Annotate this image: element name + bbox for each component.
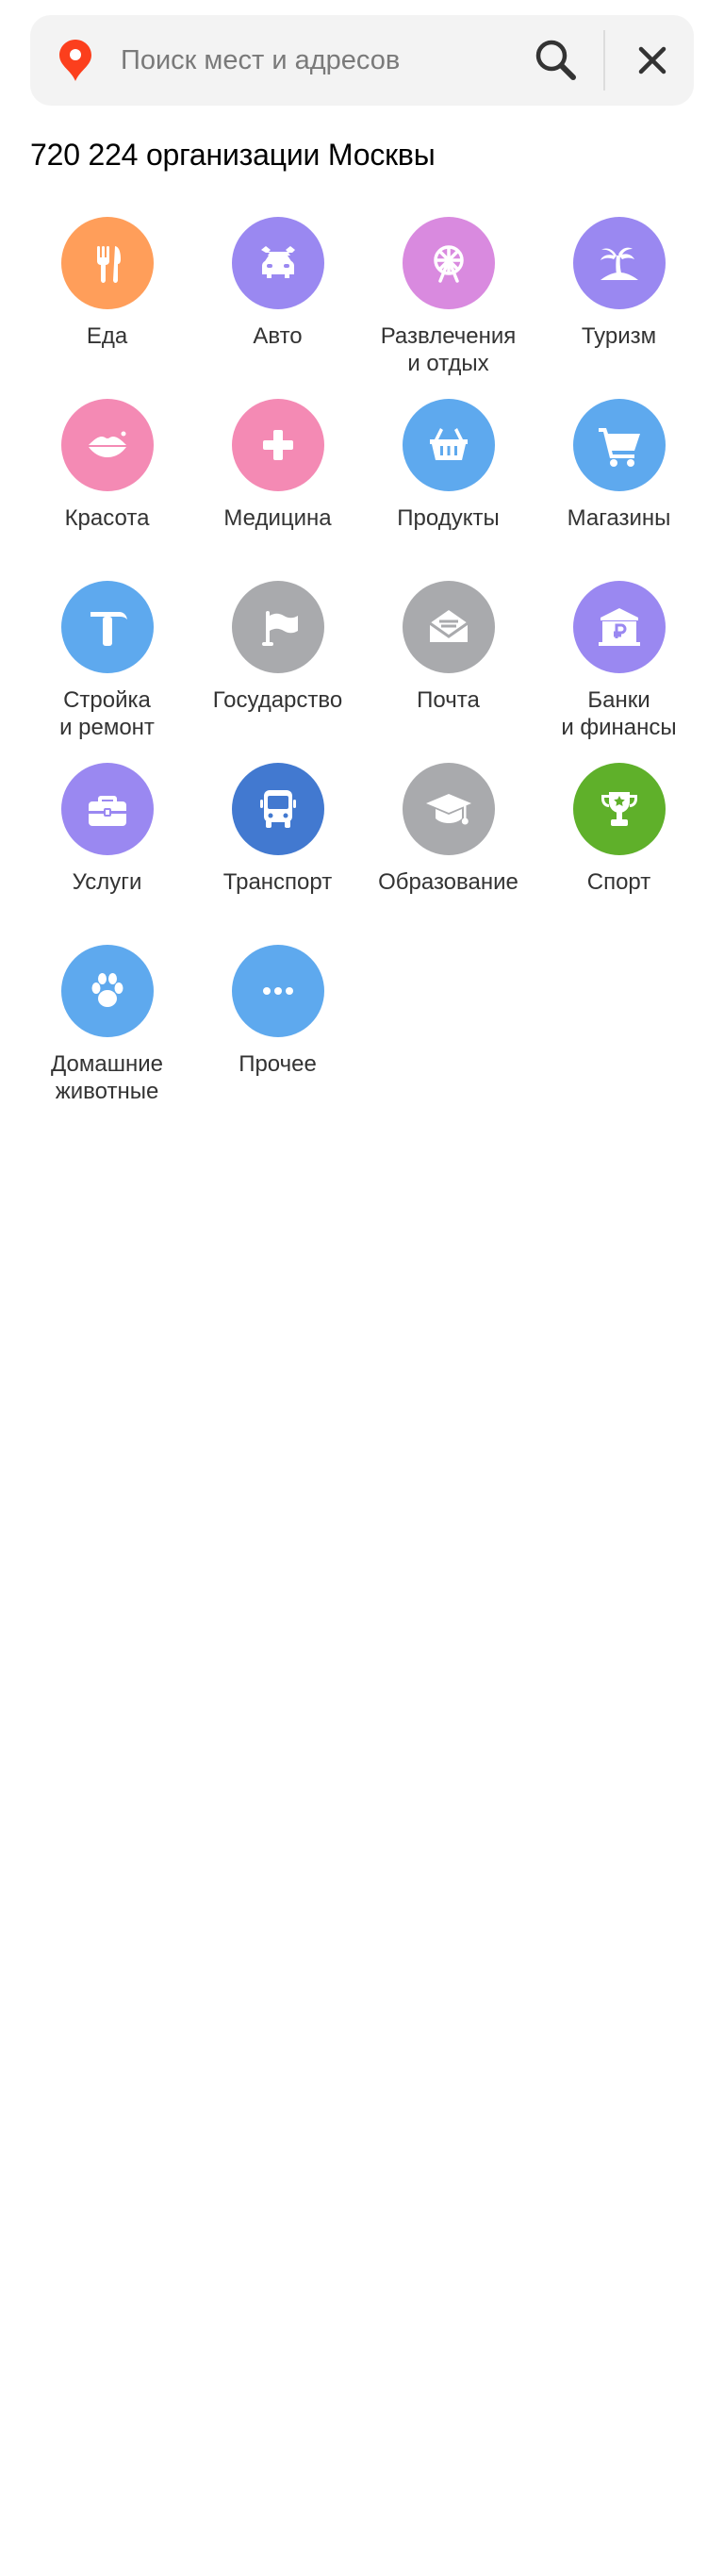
category-circle <box>402 763 495 855</box>
bus-icon <box>259 790 296 828</box>
category-ferris-wheel[interactable]: Развлечения и отдых <box>363 217 534 399</box>
category-circle <box>572 399 666 491</box>
ferris-wheel-icon <box>433 245 464 283</box>
category-label: Стройка и ремонт <box>59 687 155 740</box>
category-fork-knife[interactable]: Еда <box>22 217 192 399</box>
category-circle <box>402 581 495 673</box>
search-divider <box>603 30 605 91</box>
category-circle <box>231 217 324 309</box>
search-input[interactable] <box>121 15 535 106</box>
page: 720 224 организации Москвы Еда Авто Развле… <box>0 0 724 2576</box>
category-circle <box>60 945 154 1037</box>
category-label: Образование <box>378 869 518 895</box>
category-label: Прочее <box>239 1051 317 1077</box>
category-circle <box>231 581 324 673</box>
category-label: Туризм <box>581 323 657 349</box>
category-circle <box>572 581 666 673</box>
organizations-count-title: 720 224 организации Москвы <box>30 138 436 172</box>
category-envelope[interactable]: Почта <box>363 581 534 763</box>
category-label: Транспорт <box>222 869 333 895</box>
category-bank-ruble[interactable]: Банки и финансы <box>534 581 704 763</box>
basket-icon <box>429 428 468 460</box>
category-flag[interactable]: Государство <box>192 581 363 763</box>
cart-icon <box>598 428 640 467</box>
briefcase-icon <box>88 796 126 826</box>
category-label: Еда <box>86 323 128 349</box>
categories-grid: Еда Авто Развлечения и отдых Туризм Красота М… <box>22 217 704 1127</box>
category-circle <box>572 217 666 309</box>
category-cart[interactable]: Магазины <box>534 399 704 581</box>
car-wrench-icon <box>260 246 295 278</box>
fork-knife-icon <box>96 246 121 283</box>
category-circle <box>402 399 495 491</box>
paw-icon <box>91 973 123 1007</box>
flag-icon <box>261 611 298 646</box>
category-label: Медицина <box>223 505 332 531</box>
search-icon[interactable] <box>530 34 583 87</box>
category-circle <box>60 399 154 491</box>
category-briefcase[interactable]: Услуги <box>22 763 192 945</box>
category-label: Развлечения и отдых <box>380 323 517 376</box>
category-label: Продукты <box>397 505 500 531</box>
palm-tree-icon <box>600 247 638 280</box>
lips-icon <box>88 431 126 457</box>
bank-ruble-icon <box>598 608 640 646</box>
category-circle <box>60 217 154 309</box>
category-graduation-cap[interactable]: Образование <box>363 763 534 945</box>
category-label: Красота <box>64 505 150 531</box>
category-circle <box>231 399 324 491</box>
search-bar <box>30 15 694 106</box>
medical-cross-icon <box>262 430 293 460</box>
category-basket[interactable]: Продукты <box>363 399 534 581</box>
category-lips[interactable]: Красота <box>22 399 192 581</box>
category-circle <box>402 217 495 309</box>
category-label: Услуги <box>72 869 142 895</box>
category-car-wrench[interactable]: Авто <box>192 217 363 399</box>
close-icon[interactable] <box>628 36 677 85</box>
category-label: Почта <box>417 687 480 713</box>
category-label: Спорт <box>586 869 651 895</box>
trophy-icon <box>601 792 637 826</box>
category-label: Банки и финансы <box>561 687 677 740</box>
category-label: Государство <box>212 687 343 713</box>
category-label: Домашние животные <box>51 1051 163 1104</box>
category-more-dots[interactable]: Прочее <box>192 945 363 1127</box>
category-circle <box>572 763 666 855</box>
more-dots-icon <box>262 987 293 995</box>
category-label: Авто <box>253 323 303 349</box>
category-hammer[interactable]: Стройка и ремонт <box>22 581 192 763</box>
graduation-cap-icon <box>425 794 471 825</box>
category-circle <box>231 763 324 855</box>
category-trophy[interactable]: Спорт <box>534 763 704 945</box>
category-medical-cross[interactable]: Медицина <box>192 399 363 581</box>
hammer-icon <box>90 612 127 646</box>
category-label: Магазины <box>567 505 671 531</box>
category-bus[interactable]: Транспорт <box>192 763 363 945</box>
envelope-icon <box>428 610 469 642</box>
category-circle <box>60 581 154 673</box>
category-paw[interactable]: Домашние животные <box>22 945 192 1127</box>
category-palm-tree[interactable]: Туризм <box>534 217 704 399</box>
map-pin-icon <box>59 40 91 81</box>
category-circle <box>231 945 324 1037</box>
category-circle <box>60 763 154 855</box>
